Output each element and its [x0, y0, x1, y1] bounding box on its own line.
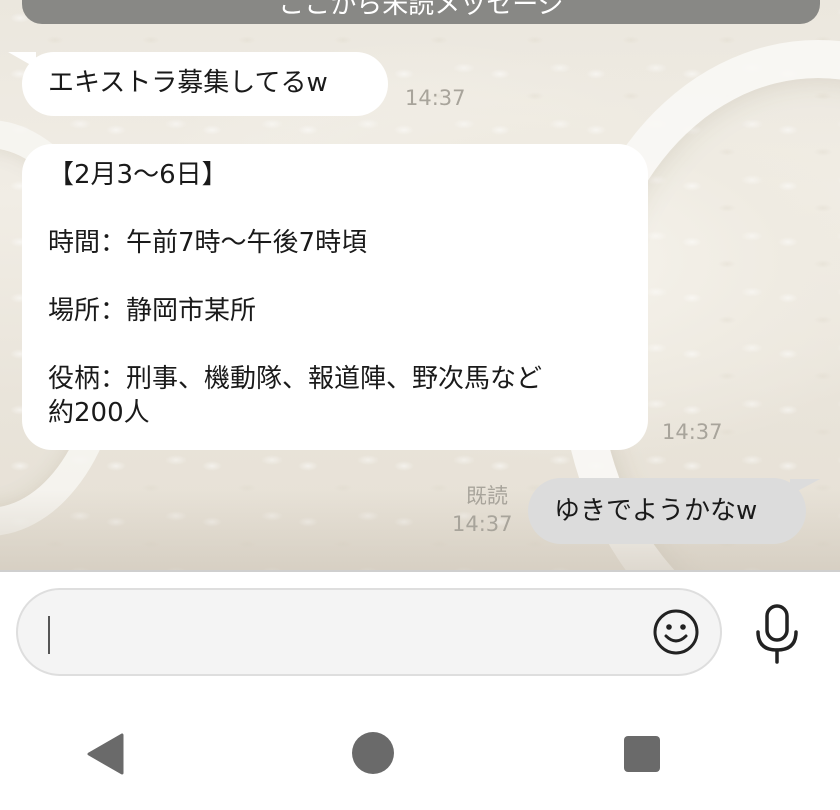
- read-receipt-label: 既読: [466, 484, 508, 508]
- message-timestamp: 14:37: [405, 86, 466, 110]
- message-input-bar: [0, 570, 840, 810]
- chat-area[interactable]: ここから未読メッセージ エキストラ募集してるw 14:37 【2月3〜6日】 時…: [0, 0, 840, 570]
- message-input[interactable]: [16, 588, 722, 676]
- microphone-icon[interactable]: [752, 604, 802, 664]
- message-line: 場所：静岡市某所: [48, 296, 257, 326]
- message-timestamp: 14:37: [452, 512, 513, 536]
- message-line: 【2月3〜6日】: [48, 160, 228, 190]
- sent-message-bubble[interactable]: ゆきでようかなw: [528, 478, 806, 544]
- message-line: 約200人: [48, 398, 150, 428]
- message-timestamp: 14:37: [662, 420, 723, 444]
- recent-apps-square-icon[interactable]: [624, 736, 660, 772]
- message-line: [48, 260, 626, 294]
- received-message-bubble[interactable]: エキストラ募集してるw: [22, 52, 388, 116]
- back-triangle-icon[interactable]: [84, 732, 126, 776]
- message-line: 時間：午前7時〜午後7時頃: [48, 228, 368, 258]
- message-line: [48, 328, 626, 362]
- smiley-icon[interactable]: [652, 608, 700, 656]
- home-circle-icon[interactable]: [352, 732, 394, 774]
- unread-messages-banner: ここから未読メッセージ: [22, 0, 820, 24]
- text-caret: [48, 616, 50, 654]
- received-message-bubble[interactable]: 【2月3〜6日】 時間：午前7時〜午後7時頃 場所：静岡市某所 役柄：刑事、機動…: [22, 144, 648, 450]
- message-line: [48, 192, 626, 226]
- message-line: 役柄：刑事、機動隊、報道陣、野次馬など: [48, 364, 543, 394]
